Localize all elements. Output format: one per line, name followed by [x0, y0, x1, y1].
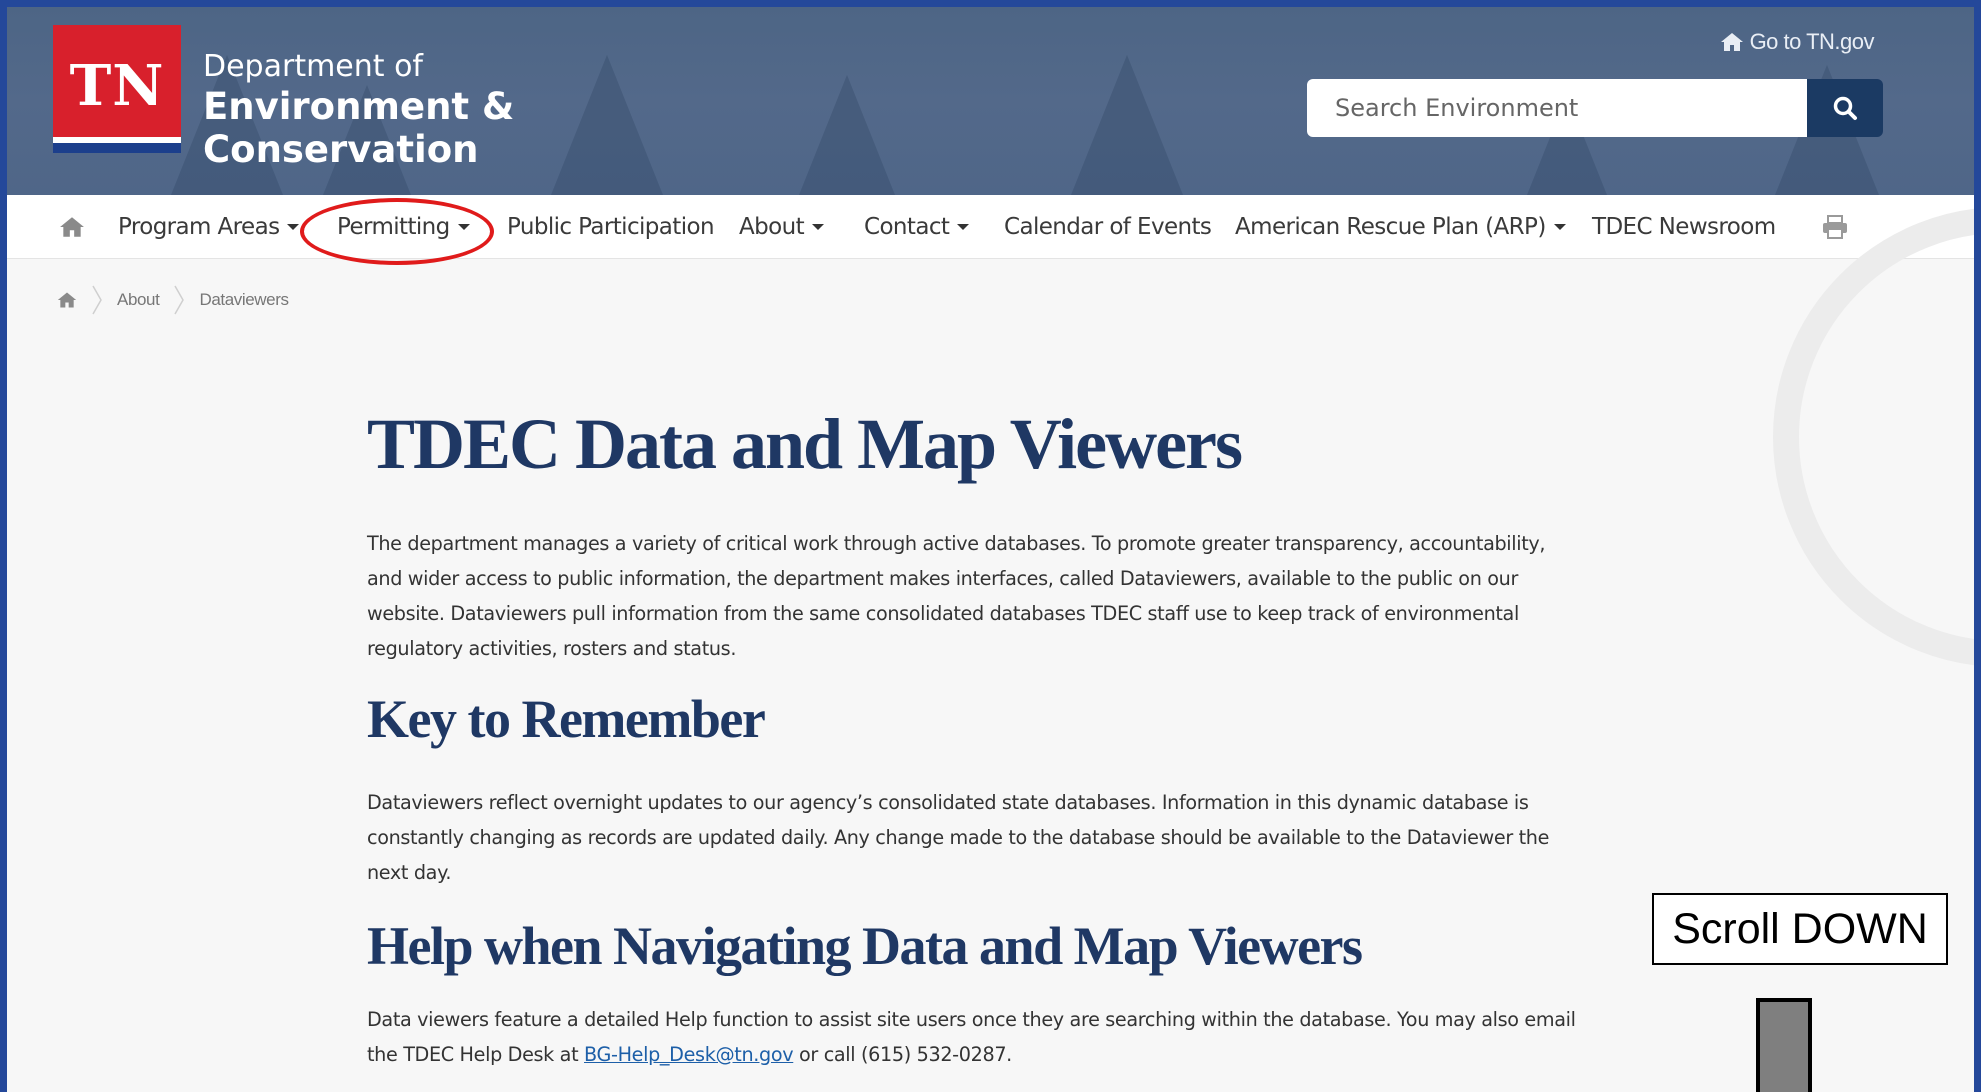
key-to-remember-paragraph: Dataviewers reflect overnight updates to…	[367, 791, 1550, 884]
print-icon	[1823, 215, 1847, 239]
chevron-right-icon	[174, 285, 185, 315]
nav-program-areas[interactable]: Program Areas	[118, 195, 300, 259]
chevron-down-icon	[957, 224, 970, 230]
nav-contact[interactable]: Contact	[864, 195, 970, 259]
home-icon	[60, 217, 84, 237]
nav-public-participation[interactable]: Public Participation	[507, 195, 715, 259]
tn-logo[interactable]: TN	[53, 25, 181, 153]
goto-tn-link[interactable]: Go to TN.gov	[1720, 29, 1875, 55]
search-button[interactable]	[1807, 79, 1883, 137]
goto-tn-label: Go to TN.gov	[1749, 29, 1875, 54]
nav-label: Program Areas	[118, 214, 280, 240]
intro-paragraph: The department manages a variety of crit…	[367, 532, 1546, 660]
scroll-indicator-annotation	[1756, 998, 1812, 1092]
breadcrumb: About Dataviewers	[57, 282, 289, 318]
chevron-down-icon	[812, 224, 825, 230]
nav-home[interactable]	[59, 195, 85, 259]
print-button[interactable]	[1822, 195, 1848, 259]
help-text-phone: or call (615) 532-0287.	[799, 1043, 1012, 1066]
search-icon	[1833, 96, 1857, 120]
breadcrumb-about[interactable]: About	[117, 290, 160, 310]
site-header: TN Department of Environment & Conservat…	[7, 7, 1974, 195]
logo-letters: TN	[69, 53, 165, 119]
department-name[interactable]: Department of Environment & Conservation	[203, 49, 514, 171]
highlight-circle-annotation	[300, 198, 494, 265]
nav-label: Contact	[864, 214, 950, 240]
main-content: TDEC Data and Map Viewers The department…	[367, 387, 1577, 1072]
nav-label: Calendar of Events	[1004, 214, 1212, 240]
logo-stripe	[53, 143, 181, 153]
nav-label: About	[739, 214, 805, 240]
help-paragraph: Data viewers feature a detailed Help fun…	[367, 1002, 1577, 1072]
chevron-down-icon	[1553, 224, 1566, 230]
section-heading-help: Help when Navigating Data and Map Viewer…	[367, 916, 1363, 976]
helpdesk-email-link[interactable]: BG-Help_Desk@tn.gov	[584, 1043, 794, 1066]
section-heading-key-to-remember: Key to Remember	[367, 689, 766, 749]
home-icon	[1720, 33, 1743, 51]
logo-line-2: Environment &	[203, 85, 515, 128]
page-title: TDEC Data and Map Viewers	[367, 404, 1243, 484]
background-tree	[1067, 55, 1187, 195]
nav-label: TDEC Newsroom	[1592, 214, 1776, 240]
nav-calendar-of-events[interactable]: Calendar of Events	[1004, 195, 1212, 259]
search-bar	[1307, 79, 1883, 137]
breadcrumb-current: Dataviewers	[199, 290, 289, 309]
nav-tdec-newsroom[interactable]: TDEC Newsroom	[1592, 195, 1776, 259]
logo-line-3: Conservation	[203, 128, 479, 171]
scroll-down-annotation: Scroll DOWN	[1652, 893, 1948, 965]
state-seal-watermark	[1773, 207, 1974, 667]
background-tree	[547, 55, 667, 195]
search-input[interactable]	[1307, 79, 1807, 137]
home-icon[interactable]	[57, 291, 77, 309]
background-tree	[787, 75, 907, 195]
browser-viewport: TN Department of Environment & Conservat…	[7, 7, 1974, 1092]
nav-label: American Rescue Plan (ARP)	[1235, 214, 1546, 240]
nav-american-rescue-plan[interactable]: American Rescue Plan (ARP)	[1235, 195, 1566, 259]
nav-label: Public Participation	[507, 214, 715, 240]
nav-about[interactable]: About	[739, 195, 825, 259]
chevron-down-icon	[287, 224, 300, 230]
logo-line-1: Department of	[203, 49, 423, 84]
chevron-right-icon	[92, 285, 102, 315]
